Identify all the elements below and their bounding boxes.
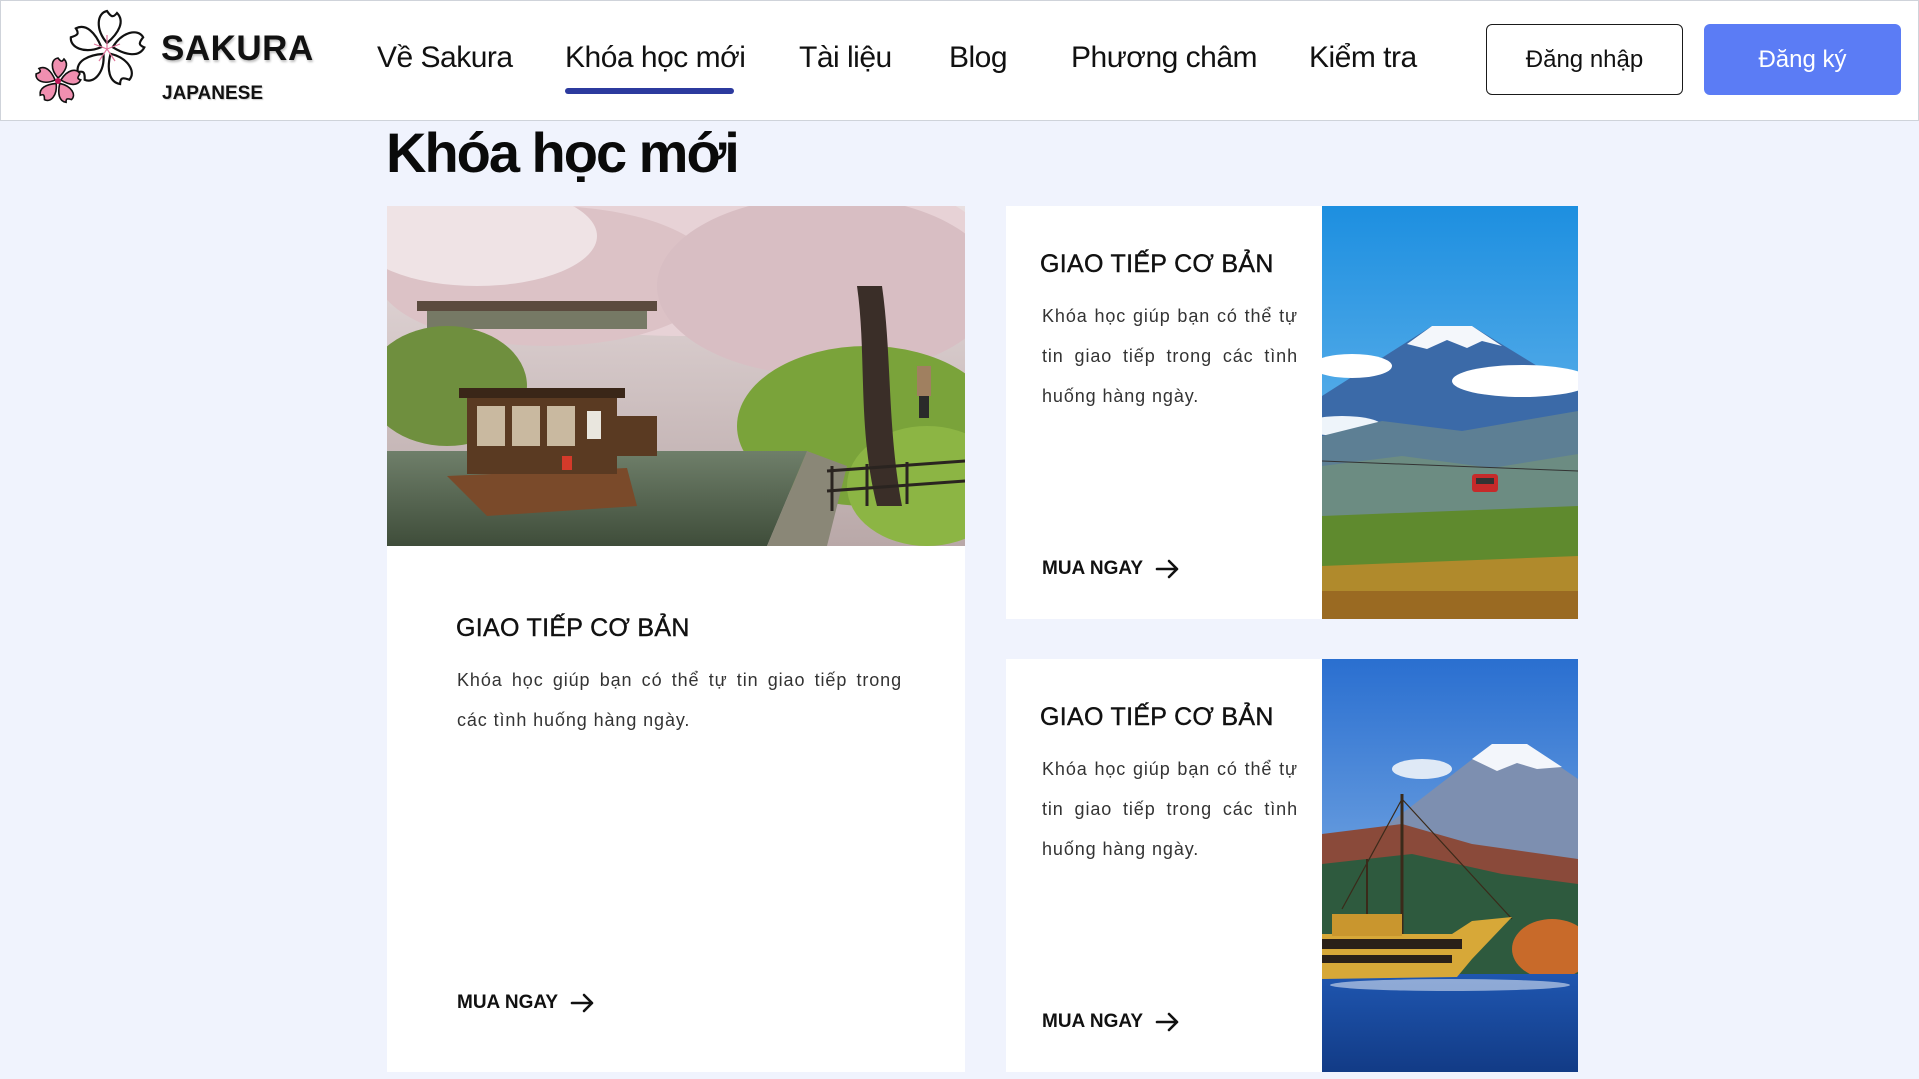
nav-item-kiem-tra[interactable]: Kiểm tra	[1309, 41, 1417, 75]
brand-subtitle: JAPANESE	[162, 83, 264, 104]
course-title: GIAO TIẾP CƠ BẢN	[1040, 250, 1274, 278]
course-description: Khóa học giúp bạn có thể tự tin giao tiế…	[1042, 759, 1298, 859]
course-title: GIAO TIẾP CƠ BẢN	[456, 614, 690, 642]
course-card-featured: GIAO TIẾP CƠ BẢN Khóa học giúp bạn có th…	[387, 206, 965, 1072]
course-image-mount-fuji	[1322, 206, 1578, 619]
signup-button[interactable]: Đăng ký	[1704, 24, 1901, 95]
course-card: GIAO TIẾP CƠ BẢN Khóa học giúp bạn có th…	[1006, 206, 1578, 619]
arrow-right-icon	[1155, 559, 1179, 579]
nav-item-khoa-hoc-moi[interactable]: Khóa học mới	[565, 41, 746, 75]
nav-item-tai-lieu[interactable]: Tài liệu	[799, 41, 892, 75]
brand-name: SAKURA	[161, 29, 314, 68]
course-description: Khóa học giúp bạn có thể tự tin giao tiế…	[1042, 306, 1298, 406]
arrow-right-icon	[1155, 1012, 1179, 1032]
course-image-cherry-blossom	[387, 206, 965, 546]
nav-item-blog[interactable]: Blog	[949, 41, 1008, 75]
arrow-right-icon	[570, 993, 594, 1013]
buy-now-link[interactable]: MUA NGAY	[1042, 1011, 1181, 1033]
sakura-logo[interactable]: SAKURA JAPANESE	[33, 9, 313, 113]
buy-now-label: MUA NGAY	[1042, 558, 1143, 579]
buy-now-link[interactable]: MUA NGAY	[457, 992, 596, 1014]
sakura-flower-icon	[33, 9, 149, 106]
active-nav-indicator	[565, 88, 734, 94]
buy-now-label: MUA NGAY	[1042, 1011, 1143, 1032]
buy-now-label: MUA NGAY	[457, 992, 558, 1013]
login-button[interactable]: Đăng nhập	[1486, 24, 1683, 95]
top-header: SAKURA JAPANESE Về Sakura Khóa học mới T…	[0, 0, 1919, 121]
nav-item-phuong-cham[interactable]: Phương châm	[1071, 41, 1258, 75]
course-title: GIAO TIẾP CƠ BẢN	[1040, 703, 1274, 731]
course-description: Khóa học giúp bạn có thể tự tin giao tiế…	[457, 670, 902, 730]
buy-now-link[interactable]: MUA NGAY	[1042, 558, 1181, 580]
page-title: Khóa học mới	[386, 121, 740, 184]
course-image-pirate-ship	[1322, 659, 1578, 1072]
course-card: GIAO TIẾP CƠ BẢN Khóa học giúp bạn có th…	[1006, 659, 1578, 1072]
nav-item-ve-sakura[interactable]: Về Sakura	[377, 41, 513, 75]
